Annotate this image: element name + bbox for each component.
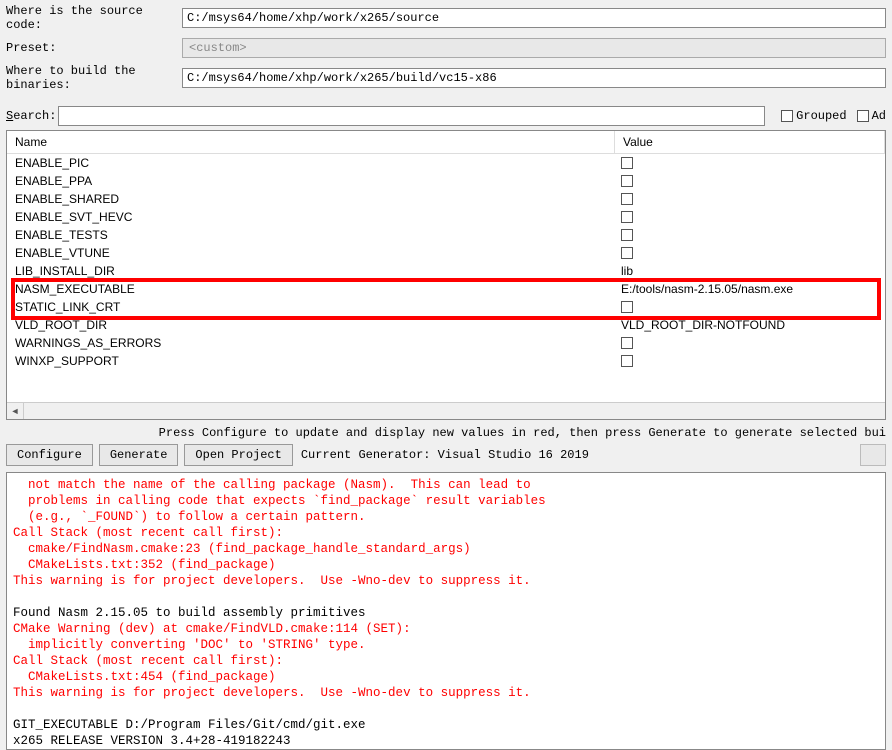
search-input[interactable] <box>58 106 765 126</box>
advanced-checkbox[interactable]: Ad <box>857 109 886 123</box>
cache-entry-name: ENABLE_PPA <box>7 174 615 188</box>
cache-entry-name: NASM_EXECUTABLE <box>7 282 615 296</box>
cache-entry-value[interactable]: E:/tools/nasm-2.15.05/nasm.exe <box>615 282 885 296</box>
cache-entry-value[interactable] <box>615 211 885 223</box>
cache-entry-value[interactable] <box>615 355 885 367</box>
checkbox-icon[interactable] <box>621 229 633 241</box>
cache-entry-value[interactable] <box>615 175 885 187</box>
cache-entry-name: ENABLE_PIC <box>7 156 615 170</box>
table-row[interactable]: STATIC_LINK_CRT <box>7 298 885 316</box>
generate-button[interactable]: Generate <box>99 444 179 466</box>
preset-dropdown[interactable]: <custom> <box>182 38 886 58</box>
cache-entry-name: STATIC_LINK_CRT <box>7 300 615 314</box>
cache-entry-name: ENABLE_VTUNE <box>7 246 615 260</box>
checkbox-icon[interactable] <box>621 355 633 367</box>
checkbox-icon[interactable] <box>621 175 633 187</box>
table-row[interactable]: WINXP_SUPPORT <box>7 352 885 370</box>
cache-entry-value[interactable] <box>615 337 885 349</box>
current-generator-label: Current Generator: Visual Studio 16 2019 <box>301 448 589 462</box>
source-label: Where is the source code: <box>6 4 182 32</box>
cache-entry-value[interactable] <box>615 247 885 259</box>
grouped-checkbox[interactable]: Grouped <box>781 109 846 123</box>
output-log[interactable]: not match the name of the calling packag… <box>6 472 886 750</box>
build-path-input[interactable] <box>182 68 886 88</box>
table-row[interactable]: ENABLE_PPA <box>7 172 885 190</box>
table-row[interactable]: ENABLE_TESTS <box>7 226 885 244</box>
checkbox-icon[interactable] <box>621 211 633 223</box>
cache-table[interactable]: Name Value ENABLE_PIC ENABLE_PPA ENABLE_SH… <box>6 130 886 420</box>
preset-label: Preset: <box>6 41 182 55</box>
cache-entry-value[interactable] <box>615 193 885 205</box>
search-label: Search: <box>6 109 58 123</box>
cache-entry-value[interactable] <box>615 229 885 241</box>
checkbox-icon[interactable] <box>621 193 633 205</box>
cache-entry-name: LIB_INSTALL_DIR <box>7 264 615 278</box>
cache-entry-value[interactable] <box>615 157 885 169</box>
cache-entry-value[interactable]: VLD_ROOT_DIR-NOTFOUND <box>615 318 885 332</box>
table-row[interactable]: ENABLE_VTUNE <box>7 244 885 262</box>
checkbox-icon[interactable] <box>621 337 633 349</box>
column-header-name[interactable]: Name <box>7 131 615 153</box>
cache-entry-name: ENABLE_SHARED <box>7 192 615 206</box>
cache-entry-name: WARNINGS_AS_ERRORS <box>7 336 615 350</box>
cache-entry-name: ENABLE_TESTS <box>7 228 615 242</box>
extra-button[interactable] <box>860 444 886 466</box>
table-row[interactable]: ENABLE_PIC <box>7 154 885 172</box>
checkbox-icon[interactable] <box>621 157 633 169</box>
open-project-button[interactable]: Open Project <box>184 444 292 466</box>
cache-entry-name: VLD_ROOT_DIR <box>7 318 615 332</box>
table-row[interactable]: ENABLE_SVT_HEVC <box>7 208 885 226</box>
cache-entry-name: ENABLE_SVT_HEVC <box>7 210 615 224</box>
table-row[interactable]: WARNINGS_AS_ERRORS <box>7 334 885 352</box>
checkbox-icon[interactable] <box>621 301 633 313</box>
table-row[interactable]: NASM_EXECUTABLEE:/tools/nasm-2.15.05/nas… <box>7 280 885 298</box>
table-row[interactable]: LIB_INSTALL_DIRlib <box>7 262 885 280</box>
table-row[interactable]: ENABLE_SHARED <box>7 190 885 208</box>
scroll-left-icon[interactable]: ◄ <box>7 403 24 420</box>
source-path-input[interactable] <box>182 8 886 28</box>
table-row[interactable]: VLD_ROOT_DIRVLD_ROOT_DIR-NOTFOUND <box>7 316 885 334</box>
checkbox-icon[interactable] <box>621 247 633 259</box>
cache-entry-value[interactable] <box>615 301 885 313</box>
build-label: Where to build the binaries: <box>6 64 182 92</box>
cache-entry-value[interactable]: lib <box>615 264 885 278</box>
hint-text: Press Configure to update and display ne… <box>0 420 892 444</box>
configure-button[interactable]: Configure <box>6 444 93 466</box>
cache-entry-name: WINXP_SUPPORT <box>7 354 615 368</box>
column-header-value[interactable]: Value <box>615 131 885 153</box>
